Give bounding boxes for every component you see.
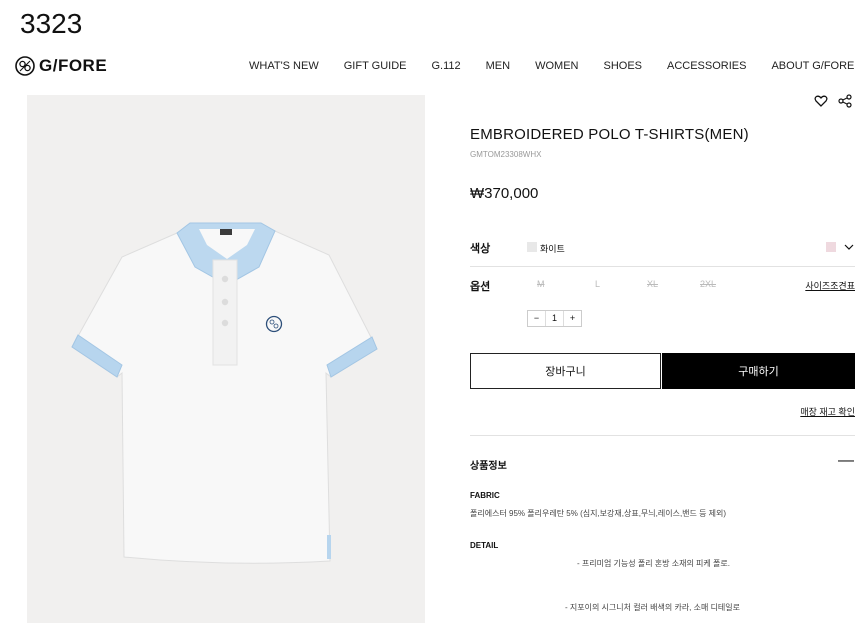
nav-whats-new[interactable]: WHAT'S NEW — [249, 60, 319, 72]
store-stock-link[interactable]: 매장 재고 확인 — [800, 405, 855, 418]
product-price: ₩370,000 — [470, 185, 539, 202]
heart-icon[interactable] — [814, 94, 828, 108]
nav-shoes[interactable]: SHOES — [603, 60, 642, 72]
size-l[interactable]: L — [595, 279, 600, 289]
color-selected-name: 화이트 — [540, 244, 565, 254]
collapse-minus-icon[interactable]: — — [838, 452, 854, 470]
nav-gift-guide[interactable]: GIFT GUIDE — [344, 60, 407, 72]
product-actions-icons — [814, 94, 852, 108]
product-code: GMTOM23308WHX — [470, 150, 542, 159]
quantity-decrease-button[interactable]: − — [528, 311, 545, 326]
buy-now-button[interactable]: 구매하기 — [662, 353, 855, 389]
color-swatch-white[interactable] — [527, 242, 537, 252]
size-xl[interactable]: XL — [647, 279, 658, 289]
chevron-down-icon[interactable] — [844, 243, 854, 251]
fabric-text: 폴리에스터 95% 폴리우레탄 5% (심지,보강재,상표,무늬,레이스,밴드 … — [470, 509, 727, 518]
quantity-increase-button[interactable]: + — [564, 311, 581, 326]
size-m[interactable]: M — [537, 279, 545, 289]
divider — [470, 266, 855, 267]
share-icon[interactable] — [838, 94, 852, 108]
nav-women[interactable]: WOMEN — [535, 60, 578, 72]
detail-label: DETAIL — [470, 541, 499, 550]
brand-logo[interactable]: G/FORE — [15, 56, 107, 76]
product-title: EMBROIDERED POLO T-SHIRTS(MEN) — [470, 126, 749, 143]
quantity-stepper: − 1 + — [527, 310, 582, 327]
nav-about[interactable]: ABOUT G/FORE — [771, 60, 854, 72]
nav-accessories[interactable]: ACCESSORIES — [667, 60, 746, 72]
polo-shirt-image — [71, 222, 378, 564]
color-swatch-pink[interactable] — [826, 242, 836, 252]
size-2xl[interactable]: 2XL — [700, 279, 716, 289]
add-to-cart-button[interactable]: 장바구니 — [470, 353, 661, 389]
detail-text-2: - 지포이의 시그니처 컬러 배색의 카라, 소매 디테일로 — [565, 603, 741, 612]
color-label: 색상 — [470, 243, 491, 255]
product-image[interactable] — [27, 95, 425, 623]
product-info-title[interactable]: 상품정보 — [470, 457, 507, 472]
brand-name: G/FORE — [39, 56, 108, 75]
option-label: 옵션 — [470, 281, 491, 293]
nav-men[interactable]: MEN — [486, 60, 510, 72]
gfore-logo-icon — [15, 56, 35, 76]
divider — [470, 435, 855, 436]
fabric-label: FABRIC — [470, 491, 500, 500]
nav-g112[interactable]: G.112 — [431, 60, 460, 72]
page-number: 3323 — [20, 8, 83, 39]
detail-text-1: - 프리미엄 기능성 폴리 혼방 소재의 피케 폴로. — [577, 559, 730, 568]
quantity-value[interactable]: 1 — [545, 311, 564, 326]
size-guide-link[interactable]: 사이즈조견표 — [805, 279, 855, 292]
main-nav: WHAT'S NEW GIFT GUIDE G.112 MEN WOMEN SH… — [249, 60, 854, 72]
